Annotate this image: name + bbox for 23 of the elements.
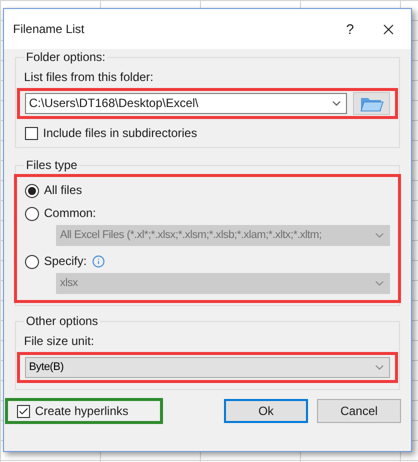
checkbox[interactable] [17, 404, 30, 418]
dropdown-value: All Excel Files (*.xl*;*.xlsx;*.xlsm;*.xlsb;*.xlam;*.xltx;*.xltm; [60, 228, 323, 243]
folder-icon [360, 96, 384, 112]
checkbox[interactable] [25, 127, 38, 140]
size-unit-label: File size unit: [24, 334, 96, 349]
group-legend: Files type [24, 158, 80, 173]
subdirectories-checkbox[interactable]: Include files in subdirectories [25, 126, 397, 141]
group-legend: Folder options: [24, 50, 108, 65]
browse-folder-button[interactable] [353, 92, 390, 115]
help-button[interactable]: ? [335, 14, 365, 44]
dropdown-value: Byte(B) [29, 360, 65, 375]
dialog-button[interactable]: Ok [224, 399, 308, 423]
radio-button[interactable] [25, 184, 39, 198]
dialog-button[interactable]: Cancel [317, 399, 401, 423]
group-legend: Other options [24, 314, 100, 329]
path-value: C:\Users\DT168\Desktop\Excel\ [29, 96, 200, 111]
hyperlinks-checkbox[interactable]: Create hyperlinks [5, 398, 163, 424]
dropdown-field[interactable]: Byte(B) [25, 357, 390, 378]
radio-option[interactable]: All files [25, 183, 82, 198]
window-title: Filename List [13, 21, 86, 38]
dropdown-value: xlsx [60, 276, 79, 291]
path-combo[interactable]: C:\Users\DT168\Desktop\Excel\ [25, 93, 347, 114]
folder-label: List files from this folder: [24, 70, 154, 85]
